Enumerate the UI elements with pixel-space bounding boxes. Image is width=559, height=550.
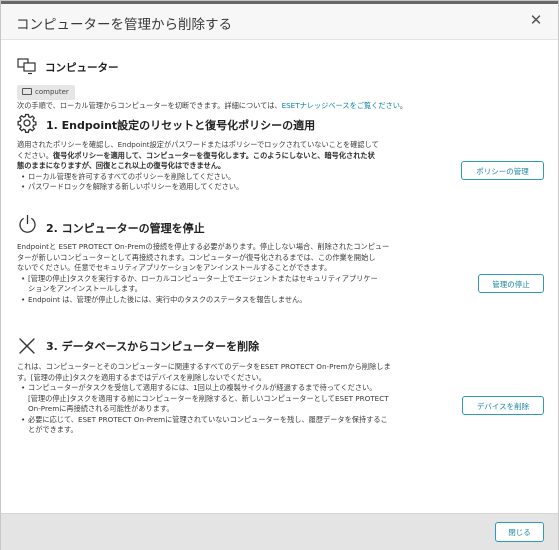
step1-text-line2: ください。復号化ポリシーを適用して、コンピューターを復号化します。このようにしな… [17, 151, 375, 162]
stop-management-button[interactable]: 管理の停止 [478, 274, 544, 293]
intro-text-body: 次の手順で、ローカル管理からコンピューターを切断できます。詳細については、 [17, 101, 282, 110]
power-icon [19, 214, 36, 233]
step3-text-line2: す。[管理の停止]タスクを適用するまではデバイスを削除しないでください。 [17, 372, 266, 382]
step3-bullet-1-line3: On-Premに再接続される可能性があります。 [28, 404, 174, 413]
remove-device-button[interactable]: デバイスを削除 [462, 396, 544, 415]
manage-policies-button[interactable]: ポリシーの管理 [461, 161, 544, 180]
dialog-footer: 閉じる [1, 513, 558, 550]
step2-bullet-2: Endpoint は、管理が停止した後には、実行中のタスクのステータスを報告しま… [21, 295, 306, 306]
intro-text-end: 。 [399, 101, 408, 110]
close-button[interactable]: 閉じる [495, 522, 544, 542]
step2-title: 2. コンピューターの管理を停止 [46, 222, 205, 235]
step3-bullet-2-line2: とができます。 [28, 425, 78, 434]
gear-icon [17, 113, 37, 133]
close-x-icon [19, 338, 35, 354]
dialog-header: コンピューターを管理から削除する ✕ [1, 4, 558, 40]
knowledge-base-link[interactable]: ESETナレッジベースをご覧ください [282, 101, 400, 110]
computers-icon [17, 58, 36, 75]
dialog-content: コンピューター computer 次の手順で、ローカル管理からコンピューターを切… [1, 40, 558, 512]
step3-title: 3. データベースからコンピューターを削除 [46, 340, 260, 353]
step2-text-line2: ターが新しいコンピューターとして再接続されます。コンピューターが復号化されるまで… [17, 252, 376, 262]
close-icon[interactable]: ✕ [528, 12, 544, 28]
step1-text-line3: 態のままになりますが、回復とこれ以上の復号化はできません。 [17, 161, 226, 170]
monitor-icon [22, 88, 32, 95]
step1-bullet-2: パスワードロックを解除する新しいポリシーを適用してください。 [21, 182, 243, 193]
step2-text-line3: ないでください。任意でセキュリティアプリケーションをアンインストールすることがで… [17, 263, 332, 272]
computer-chip: computer [17, 85, 75, 100]
step3-text-line1: これは、コンピューターとそのコンピューターに関連するすべてのデータをESET P… [17, 362, 391, 371]
step1-text-line2b: 復号化ポリシーを適用して、コンピューターを復号化します。このようにしないと、暗号… [52, 150, 375, 160]
computer-chip-label: computer [35, 88, 69, 96]
step1-title: 1. Endpoint設定のリセットと復号化ポリシーの適用 [46, 119, 316, 132]
step2-bullet-1-line2: ションをアンインストールします。 [28, 284, 142, 293]
step1-text-line1: 適用されたポリシーを確認し、Endpoint設定がパスワードまたはポリシーでロッ… [17, 140, 379, 149]
step3-bullet-1-line1: コンピューターがタスクを受信して適用するには、1回以上の複製サイクルが経過するま… [21, 383, 376, 394]
remove-computer-dialog: コンピューターを管理から削除する ✕ コンピューター computer 次の手順… [0, 0, 559, 550]
computer-heading: コンピューター [45, 62, 119, 74]
step1-bullet-1: ローカル管理を許可するすべてのポリシーを削除してください。 [21, 172, 235, 183]
step3-bullet-2-line1: 必要に応じて、ESET PROTECT On-Premに管理されていないコンピュ… [21, 415, 388, 426]
step1-text-line2a: ください。 [17, 150, 53, 160]
step3-bullet-1-line2: [管理の停止]タスクを適用する前にコンピューターを削除すると、新しいコンピュータ… [28, 393, 389, 403]
intro-text: 次の手順で、ローカル管理からコンピューターを切断できます。詳細については、ESE… [17, 101, 407, 112]
dialog-title: コンピューターを管理から削除する [16, 17, 232, 33]
step2-bullet-1-line1: [管理の停止]タスクを実行するか、ローカルコンピューター上でエージェントまたはセ… [21, 274, 378, 285]
step2-text-line1: Endpointと ESET PROTECT On-Premの接続を停止する必要… [17, 242, 390, 251]
